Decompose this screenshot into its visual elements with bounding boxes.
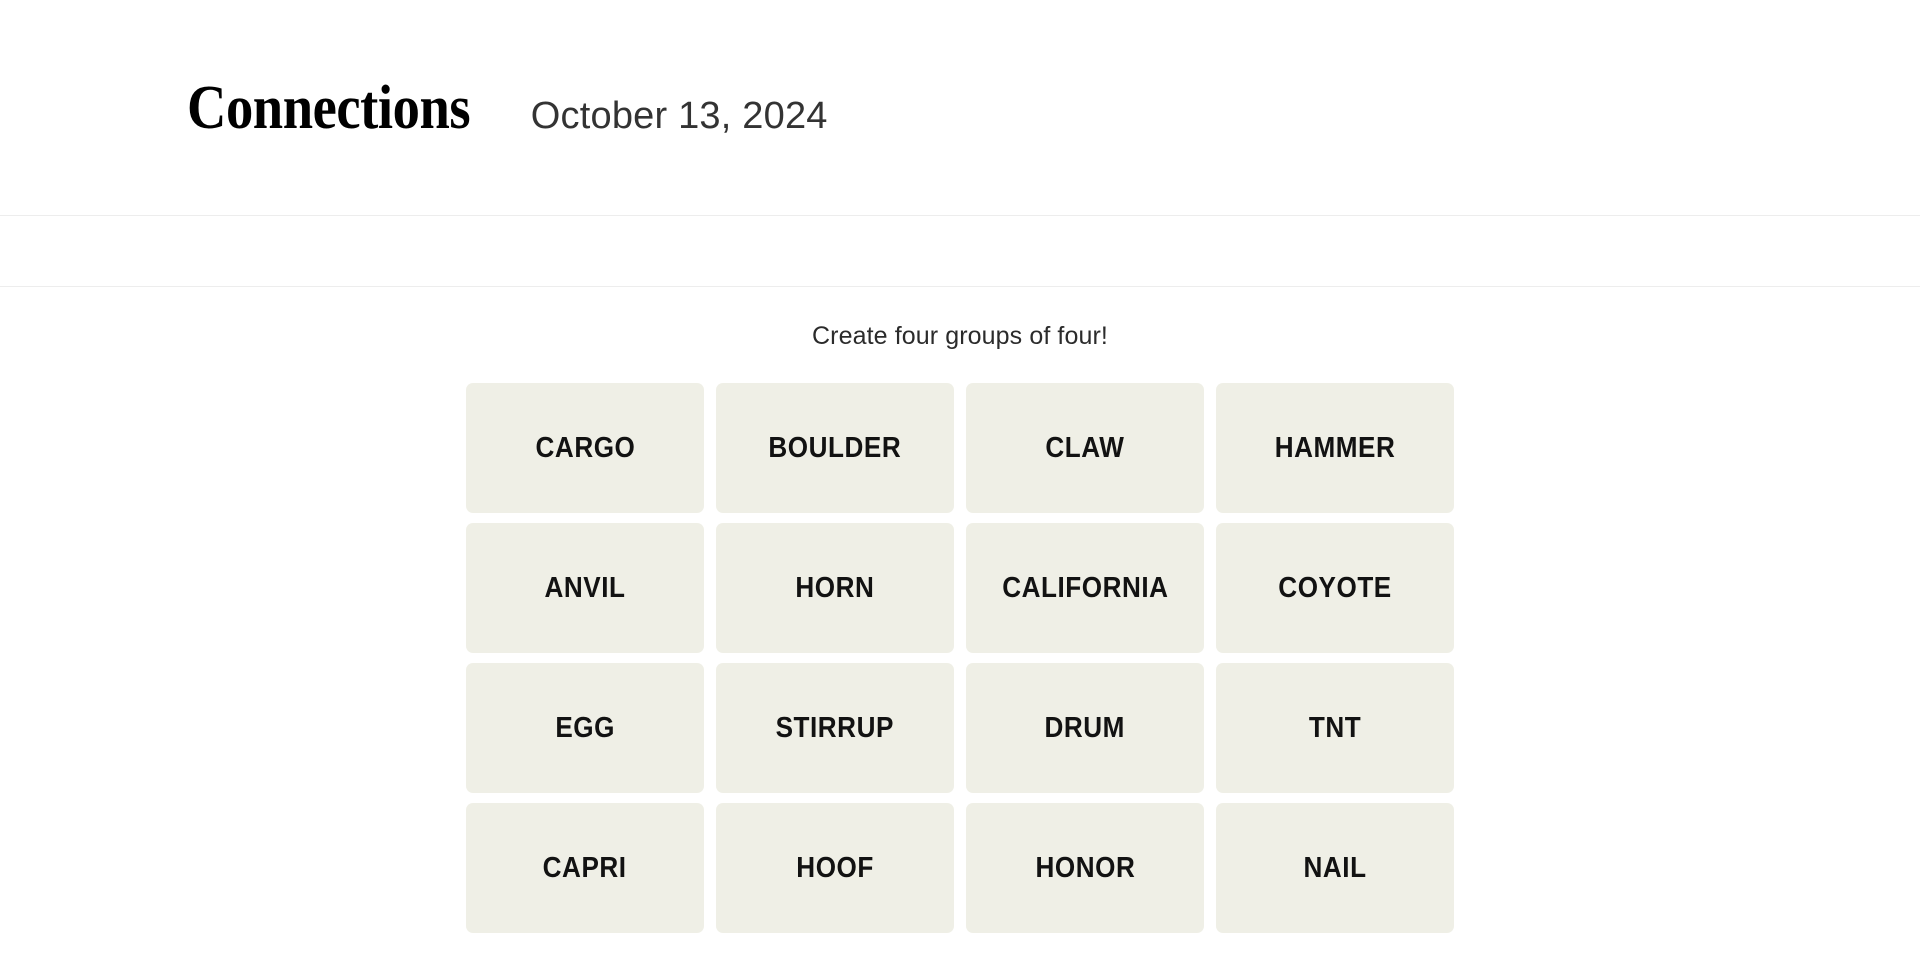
word-tile[interactable]: HOOF [716, 803, 954, 933]
word-tile[interactable]: EGG [466, 663, 704, 793]
site-header: Connections October 13, 2024 [0, 0, 1920, 215]
game-area: Create four groups of four! CARGO BOULDER… [0, 287, 1920, 933]
word-tile[interactable]: TNT [1216, 663, 1454, 793]
word-tile-label: HONOR [1035, 851, 1135, 884]
puzzle-date: October 13, 2024 [530, 94, 828, 137]
word-tile[interactable]: NAIL [1216, 803, 1454, 933]
word-tile[interactable]: HONOR [966, 803, 1204, 933]
word-tile[interactable]: ANVIL [466, 523, 704, 653]
word-tile-label: DRUM [1044, 711, 1126, 744]
toolbar [0, 215, 1920, 287]
word-tile[interactable]: HORN [716, 523, 954, 653]
word-tile-label: CARGO [535, 431, 635, 464]
word-tile-label: HAMMER [1274, 431, 1396, 464]
word-tile-label: CLAW [1045, 431, 1125, 464]
word-tile-label: HORN [795, 571, 875, 604]
header-title-block: Connections October 13, 2024 [187, 77, 828, 139]
word-tile-label: COYOTE [1278, 571, 1392, 604]
word-tile[interactable]: CARGO [466, 383, 704, 513]
word-tile[interactable]: BOULDER [716, 383, 954, 513]
word-tile-label: STIRRUP [775, 711, 895, 744]
connections-page: Connections October 13, 2024 Create four… [0, 0, 1920, 977]
word-tile[interactable]: CAPRI [466, 803, 704, 933]
page-title: Connections [187, 73, 471, 142]
instruction-text: Create four groups of four! [812, 322, 1108, 350]
word-tile[interactable]: STIRRUP [716, 663, 954, 793]
word-tile-label: TNT [1308, 711, 1362, 744]
word-tile[interactable]: DRUM [966, 663, 1204, 793]
word-tile-label: CALIFORNIA [1001, 571, 1169, 604]
word-tile-label: BOULDER [768, 431, 902, 464]
word-tile-label: CAPRI [543, 851, 627, 884]
puzzle-board: CARGO BOULDER CLAW HAMMER ANVIL HORN CALIFORNI… [466, 383, 1454, 933]
word-tile[interactable]: CALIFORNIA [966, 523, 1204, 653]
word-tile-label: HOOF [796, 851, 874, 884]
word-tile[interactable]: COYOTE [1216, 523, 1454, 653]
word-tile[interactable]: HAMMER [1216, 383, 1454, 513]
word-tile-label: ANVIL [544, 571, 626, 604]
word-tile[interactable]: CLAW [966, 383, 1204, 513]
word-tile-label: EGG [555, 711, 615, 744]
toolbar-inner [0, 216, 1920, 286]
word-tile-label: NAIL [1303, 851, 1367, 884]
